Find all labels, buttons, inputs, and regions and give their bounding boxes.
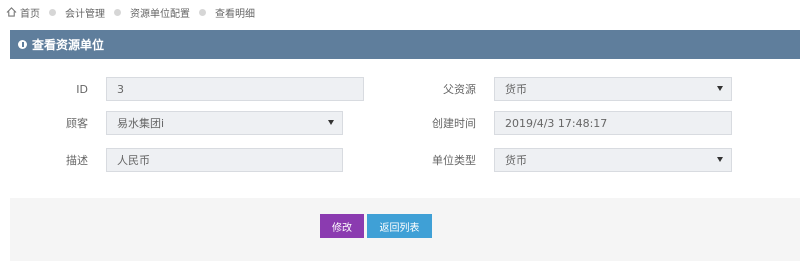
created-time-label: 创建时间 [432,117,476,130]
chevron-down-icon [328,120,334,125]
button-bar: 修改 返回列表 [10,198,800,261]
chevron-down-icon [717,157,723,162]
id-label: ID [76,82,88,96]
form-row-id: ID 3 [10,76,364,102]
breadcrumb: 首页 会计管理 资源单位配置 查看明细 [0,0,800,24]
form-row-parent-resource: 父资源 货币 [398,76,732,102]
home-icon [6,7,17,17]
created-time-field[interactable]: 2019/4/3 17:48:17 [494,111,732,135]
breadcrumb-item-accounting[interactable]: 会计管理 [65,5,105,20]
unit-type-value: 货币 [505,154,527,167]
chevron-down-icon [717,86,723,91]
form-row-created-time: 创建时间 2019/4/3 17:48:17 [398,110,732,136]
breadcrumb-separator [199,8,206,16]
panel-title: 查看资源单位 [32,38,105,52]
breadcrumb-item-view-detail: 查看明细 [215,8,255,20]
unit-type-label: 单位类型 [432,154,476,167]
breadcrumb-separator [114,8,121,16]
id-field[interactable]: 3 [106,77,364,101]
parent-resource-value: 货币 [505,83,527,96]
description-field[interactable]: 人民币 [106,148,343,172]
breadcrumb-item-resource-unit-config[interactable]: 资源单位配置 [130,5,190,20]
back-to-list-button[interactable]: 返回列表 [367,214,432,238]
form-row-unit-type: 单位类型 货币 [398,147,732,173]
detail-form: ID 3 父资源 货币 顾客 易水集团i 创建时间 2019/4/3 17:48… [10,59,800,199]
edit-button[interactable]: 修改 [320,214,364,238]
breadcrumb-separator [49,8,56,16]
parent-resource-select[interactable]: 货币 [494,77,732,101]
form-row-description: 描述 人民币 [10,147,343,173]
customer-value: 易水集团i [117,117,165,130]
parent-resource-label: 父资源 [443,83,476,96]
customer-select[interactable]: 易水集团i [106,111,343,135]
info-icon [18,40,27,49]
description-label: 描述 [66,154,88,167]
breadcrumb-home-label: 首页 [20,8,40,20]
form-row-customer: 顾客 易水集团i [10,110,343,136]
customer-label: 顾客 [66,117,88,130]
panel-header: 查看资源单位 [10,30,800,59]
breadcrumb-home[interactable]: 首页 [6,5,40,20]
unit-type-select[interactable]: 货币 [494,148,732,172]
